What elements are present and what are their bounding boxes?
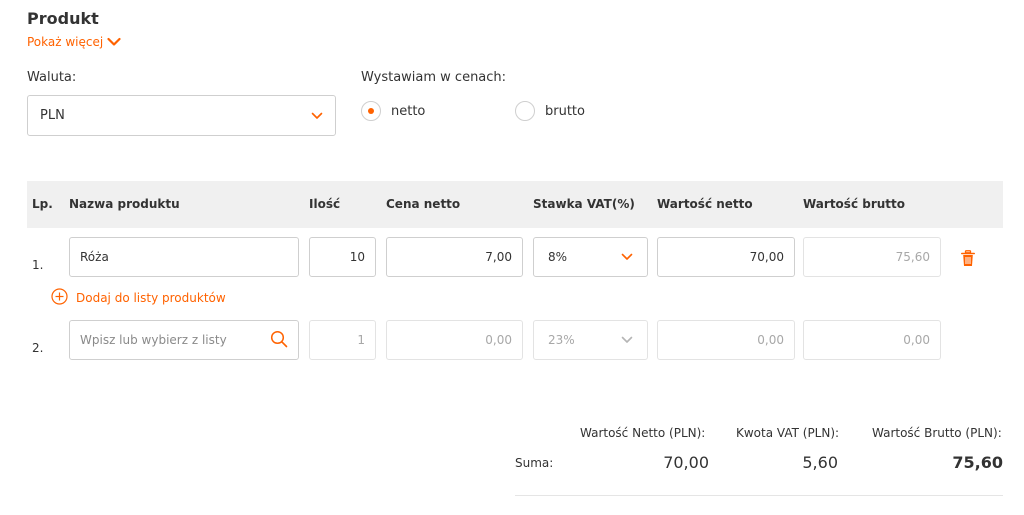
row-2-quantity-input: 1	[309, 320, 376, 360]
trash-icon[interactable]	[961, 250, 975, 271]
summary-net-header: Wartość Netto (PLN):	[580, 426, 706, 440]
row-2-product-placeholder: Wpisz lub wybierz z listy	[80, 333, 227, 347]
show-more-label: Pokaż więcej	[27, 35, 104, 49]
row-2-lp: 2.	[32, 341, 44, 355]
radio-brutto-label: brutto	[545, 103, 585, 119]
row-1-product-name-input[interactable]: Róża	[69, 237, 299, 277]
row-1-value-gross: 75,60	[895, 250, 930, 264]
summary-gross-value: 75,60	[952, 453, 1003, 472]
add-product-label: Dodaj do listy produktów	[76, 291, 226, 305]
row-2-product-search-input[interactable]: Wpisz lub wybierz z listy	[69, 320, 299, 360]
add-product-link[interactable]: Dodaj do listy produktów	[51, 288, 226, 308]
show-more-link[interactable]: Pokaż więcej	[27, 35, 121, 49]
row-1-value-gross-input: 75,60	[803, 237, 941, 277]
th-price-net: Cena netto	[386, 197, 461, 211]
chevron-down-icon	[107, 37, 121, 47]
row-2-vat-select: 23%	[533, 320, 648, 360]
row-2-value-net-input: 0,00	[657, 320, 795, 360]
section-title: Produkt	[27, 9, 99, 28]
row-1-vat-select[interactable]: 8%	[533, 237, 648, 277]
row-1-lp: 1.	[32, 258, 44, 272]
th-product-name: Nazwa produktu	[69, 197, 180, 211]
row-1-price-net-input[interactable]: 7,00	[386, 237, 523, 277]
row-1-vat: 8%	[548, 250, 568, 264]
row-1-value-net-input[interactable]: 70,00	[657, 237, 795, 277]
radio-netto[interactable]: netto	[361, 101, 425, 121]
row-1-value-net: 70,00	[749, 250, 784, 264]
row-2-value-gross: 0,00	[903, 333, 930, 347]
currency-select[interactable]: PLN	[27, 95, 336, 136]
radio-netto-label: netto	[391, 103, 426, 119]
row-2-price-net-input: 0,00	[386, 320, 523, 360]
row-1-quantity: 10	[349, 250, 365, 264]
summary-vat-value: 5,60	[802, 453, 838, 472]
summary-gross-header: Wartość Brutto (PLN):	[872, 426, 1002, 440]
currency-value: PLN	[40, 108, 65, 123]
summary-vat-header: Kwota VAT (PLN):	[736, 426, 840, 440]
summary-net-value: 70,00	[663, 453, 709, 472]
plus-circle-icon	[51, 288, 68, 308]
row-2-vat: 23%	[548, 333, 575, 347]
search-icon[interactable]	[270, 330, 288, 351]
currency-label: Waluta:	[27, 70, 77, 85]
row-2-quantity: 1	[357, 333, 365, 347]
row-1-quantity-input[interactable]: 10	[309, 237, 376, 277]
chevron-down-icon	[311, 112, 323, 120]
row-1-price-net: 7,00	[485, 250, 512, 264]
th-value-net: Wartość netto	[657, 197, 753, 211]
pricing-label: Wystawiam w cenach:	[361, 70, 507, 85]
row-2-value-gross-input: 0,00	[803, 320, 941, 360]
row-2-value-net: 0,00	[757, 333, 784, 347]
th-quantity: Ilość	[309, 197, 341, 211]
row-2-price-net: 0,00	[485, 333, 512, 347]
radio-netto-control[interactable]	[361, 101, 381, 121]
summary-label: Suma:	[515, 456, 554, 470]
chevron-down-icon	[621, 336, 633, 344]
th-lp: Lp.	[32, 197, 53, 211]
th-vat-rate: Stawka VAT(%)	[533, 197, 635, 211]
th-value-gross: Wartość brutto	[803, 197, 906, 211]
radio-brutto[interactable]: brutto	[515, 101, 585, 121]
radio-brutto-control[interactable]	[515, 101, 535, 121]
summary-divider	[515, 495, 1003, 496]
chevron-down-icon	[621, 253, 633, 261]
row-1-product-name: Róża	[80, 250, 109, 264]
